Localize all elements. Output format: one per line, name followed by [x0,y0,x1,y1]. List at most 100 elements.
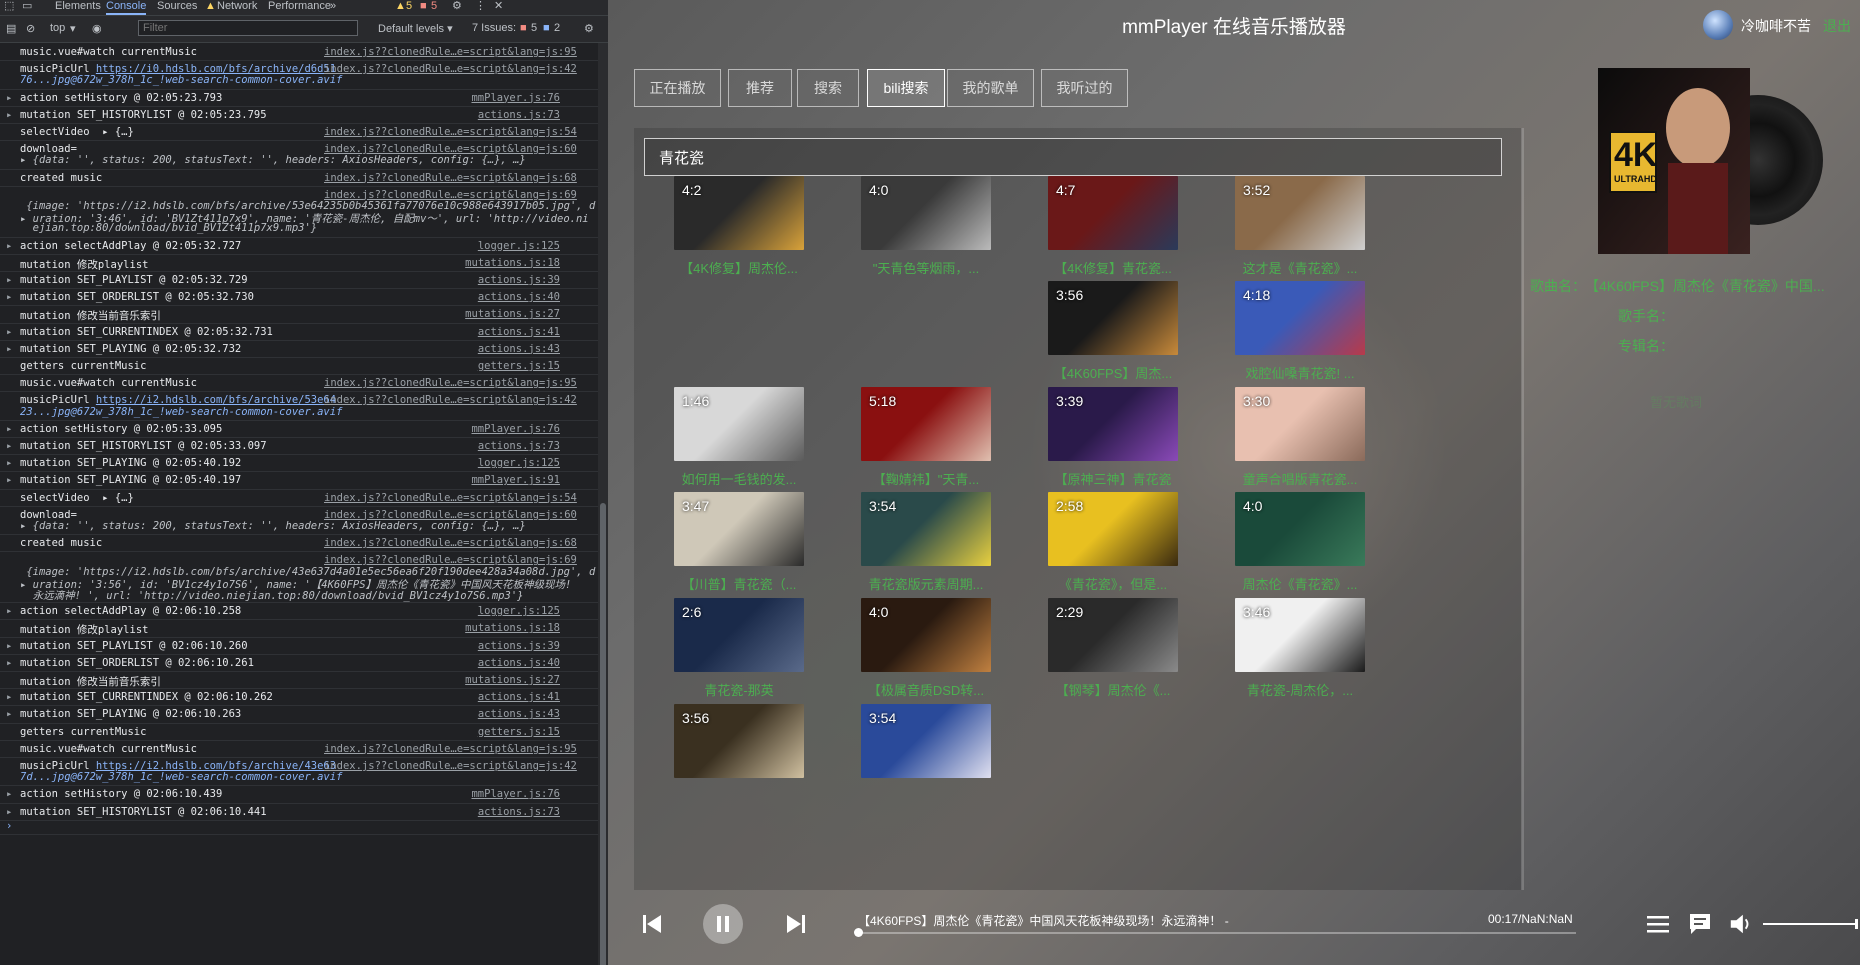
video-thumbnail[interactable]: 2:58 [1048,492,1178,566]
expand-arrow-icon[interactable]: ▸ [6,343,12,355]
console-log-row[interactable]: ▸ mutation SET_CURRENTINDEX @ 02:06:10.26… [0,688,598,707]
volume-knob[interactable] [1855,919,1858,929]
video-thumbnail[interactable]: 3:54 [861,704,991,778]
console-source-link[interactable]: mmPlayer.js:76 [324,92,560,104]
video-thumbnail[interactable]: 3:30 [1235,387,1365,461]
expand-arrow-icon[interactable]: ▸ [6,708,12,720]
video-title[interactable]: 【4K修复】青花瓷... [1028,258,1198,277]
video-card[interactable]: 4:0 【极属音质DSD转... [841,598,1011,708]
console-source-link[interactable]: mutations.js:18 [324,257,560,269]
console-source-link[interactable]: index.js??clonedRule…e=script&lang=js:95 [324,743,577,755]
console-log-row[interactable]: ▸ mutation SET_PLAYLIST @ 02:06:10.260 act… [0,637,598,655]
console-source-link[interactable]: index.js??clonedRule…e=script&lang=js:60 [324,509,577,521]
close-devtools-icon[interactable]: ✕ [494,0,503,15]
console-source-link[interactable]: mutations.js:18 [324,622,560,634]
console-source-link[interactable]: actions.js:39 [324,274,560,286]
console-source-link[interactable]: index.js??clonedRule…e=script&lang=js:42 [324,63,577,75]
console-log-row[interactable]: created music index.js??clonedRule…e=scri… [0,169,598,187]
expand-arrow-icon[interactable]: ▸ [6,440,12,452]
console-source-link[interactable]: logger.js:125 [324,240,560,252]
avatar[interactable] [1703,10,1733,40]
more-tabs-icon[interactable]: » [330,0,336,15]
console-log-row[interactable]: ▸ mutation SET_HISTORYLIST @ 02:05:33.097… [0,437,598,456]
expand-arrow-icon[interactable]: ▸ [6,806,12,818]
logout-link[interactable]: 退出 [1823,16,1851,36]
video-card[interactable]: 3:54 [841,704,1011,814]
console-log-row[interactable]: music.vue#watch currentMusic index.js??cl… [0,740,598,758]
video-card[interactable]: 3:30 童声合唱版青花瓷... [1215,387,1385,497]
console-log-row[interactable]: ▸ mutation SET_HISTORYLIST @ 02:05:23.795… [0,106,598,124]
video-thumbnail[interactable]: 4:7 [1048,176,1178,250]
console-log-row[interactable]: ▸ action setHistory @ 02:06:10.439 mmPlaye… [0,785,598,804]
issues-info-icon[interactable]: ■ [543,22,550,34]
console-source-link[interactable]: actions.js:43 [324,343,560,355]
video-thumbnail[interactable]: 4:0 [861,176,991,250]
console-source-link[interactable]: actions.js:43 [324,708,560,720]
video-title[interactable]: 【4K60FPS】周杰... [1028,363,1198,382]
tab-2[interactable]: 搜索 [797,69,859,107]
context-chevron-down-icon[interactable]: ▾ [70,22,76,35]
video-card[interactable]: 3:47 【川普】青花瓷（... [654,492,824,602]
video-thumbnail[interactable]: 3:47 [674,492,804,566]
expand-arrow-icon[interactable]: ▸ [6,92,12,104]
console-log-row[interactable]: ▸ mutation SET_PLAYING @ 02:05:40.197 mmPl… [0,471,598,490]
playlist-mode-icon[interactable] [1644,910,1672,938]
console-source-link[interactable]: index.js??clonedRule…e=script&lang=js:69 [324,189,577,201]
warnings-icon[interactable]: ▲ [395,0,406,15]
console-log-row[interactable]: selectVideo ▸ {…} index.js??clonedRule…e=… [0,489,598,507]
console-settings-gear-icon[interactable]: ⚙ [584,22,594,35]
tab-3[interactable]: bili搜索 [867,69,945,107]
console-log-row[interactable]: mutation 修改当前音乐索引 mutations.js:27 [0,305,598,324]
console-log-row[interactable]: mutation 修改当前音乐索引 mutations.js:27 [0,671,598,690]
video-title[interactable]: "天青色等烟雨，... [841,258,1011,277]
console-log-row[interactable]: ▸ mutation SET_HISTORYLIST @ 02:06:10.441… [0,803,598,821]
video-card[interactable]: 2:29 【钢琴】周杰伦《... [1028,598,1198,708]
video-thumbnail[interactable]: 3:54 [861,492,991,566]
expand-arrow-icon[interactable]: ▸ [6,474,12,486]
expand-arrow-icon[interactable]: ▸ [6,788,12,800]
expand-arrow-icon[interactable]: ▸ [6,657,12,669]
tab-sources[interactable]: Sources [157,0,197,15]
console-log-row[interactable]: ▸ mutation SET_PLAYING @ 02:05:32.732 acti… [0,340,598,358]
video-card[interactable]: 2:6 青花瓷-那英 [654,598,824,708]
video-thumbnail[interactable]: 3:39 [1048,387,1178,461]
console-log-row[interactable]: ▸ action selectAddPlay @ 02:05:32.727 logg… [0,237,598,255]
video-card[interactable]: 5:18 【鞠婧祎】"天青... [841,387,1011,497]
pause-button[interactable] [703,904,743,944]
console-log-row[interactable]: download= ▸ {data: '', status: 200, statu… [0,506,598,536]
video-thumbnail[interactable]: 3:56 [1048,281,1178,355]
console-log-row[interactable]: mutation 修改playlist mutations.js:18 [0,619,598,638]
video-thumbnail[interactable]: 3:46 [1235,598,1365,672]
console-log-row[interactable]: {image: 'https://i2.hdslb.com/bfs/archiv… [0,186,598,238]
expand-arrow-icon[interactable]: ▸ [6,457,12,469]
console-source-link[interactable]: getters.js:15 [324,726,560,738]
video-card[interactable]: 4:7 【4K修复】青花瓷... [1028,176,1198,286]
console-source-link[interactable]: actions.js:73 [324,440,560,452]
comment-icon[interactable] [1686,910,1714,938]
volume-icon[interactable] [1728,910,1754,938]
console-log-row[interactable]: getters currentMusic getters.js:15 [0,723,598,741]
expand-arrow-icon[interactable]: ▸ [6,274,12,286]
console-log-row[interactable]: musicPicUrl https://i2.hdslb.com/bfs/arc… [0,391,598,421]
console-log-row[interactable]: {image: 'https://i2.hdslb.com/bfs/archiv… [0,551,598,604]
video-card[interactable]: 3:54 青花瓷版元素周期... [841,492,1011,602]
expand-arrow-icon[interactable]: ▸ [6,605,12,617]
expand-arrow-icon[interactable]: ▸ [6,423,12,435]
video-card[interactable]: 2:58 《青花瓷》，但是... [1028,492,1198,602]
search-input[interactable] [644,138,1502,176]
volume-slider[interactable] [1763,919,1858,929]
console-source-link[interactable]: getters.js:15 [324,360,560,372]
video-thumbnail[interactable]: 1:46 [674,387,804,461]
console-log-row[interactable]: mutation 修改playlist mutations.js:18 [0,254,598,272]
tab-5[interactable]: 我听过的 [1041,69,1128,107]
live-expression-eye-icon[interactable]: ◉ [92,22,102,35]
warnings-count[interactable]: 5 [406,0,412,15]
console-source-link[interactable]: mmPlayer.js:76 [324,788,560,800]
video-thumbnail[interactable]: 5:18 [861,387,991,461]
video-title[interactable]: 青花瓷-周杰伦，... [1215,680,1385,699]
video-title[interactable]: 【4K修复】周杰伦... [654,258,824,277]
console-log[interactable]: music.vue#watch currentMusic index.js??cl… [0,43,598,965]
console-source-link[interactable]: actions.js:73 [324,806,560,818]
video-card[interactable]: 3:46 青花瓷-周杰伦，... [1215,598,1385,708]
console-source-link[interactable]: index.js??clonedRule…e=script&lang=js:95 [324,46,577,58]
